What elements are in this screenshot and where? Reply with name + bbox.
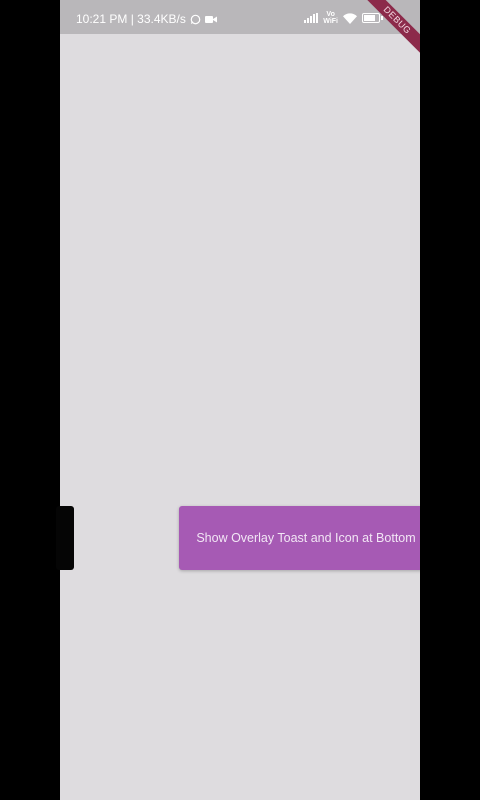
battery-level: [364, 15, 376, 21]
signal-icon: [304, 13, 319, 23]
battery-icon: [362, 13, 383, 23]
whatsapp-icon: [190, 14, 201, 25]
show-overlay-toast-button-label: Show Overlay Toast and Icon at Bottom: [196, 531, 416, 545]
volte-icon: Vo WiFi: [323, 11, 338, 25]
status-left: 10:21 PM | 33.4KB/s: [76, 12, 217, 26]
status-time-speed: 10:21 PM | 33.4KB/s: [76, 12, 186, 26]
app-screen: 10:21 PM | 33.4KB/s Vo WiFi DEBUG Show O…: [60, 0, 420, 800]
show-overlay-toast-button[interactable]: Show Overlay Toast and Icon at Bottom: [179, 506, 420, 570]
video-camera-icon: [204, 15, 217, 24]
volte-label-top: Vo: [326, 11, 335, 18]
toast-edge-sliver: [56, 506, 74, 570]
wifi-icon: [343, 12, 357, 24]
volte-label-bottom: WiFi: [323, 18, 338, 25]
status-right: Vo WiFi: [304, 11, 383, 25]
status-bar: 10:21 PM | 33.4KB/s Vo WiFi: [60, 0, 420, 34]
